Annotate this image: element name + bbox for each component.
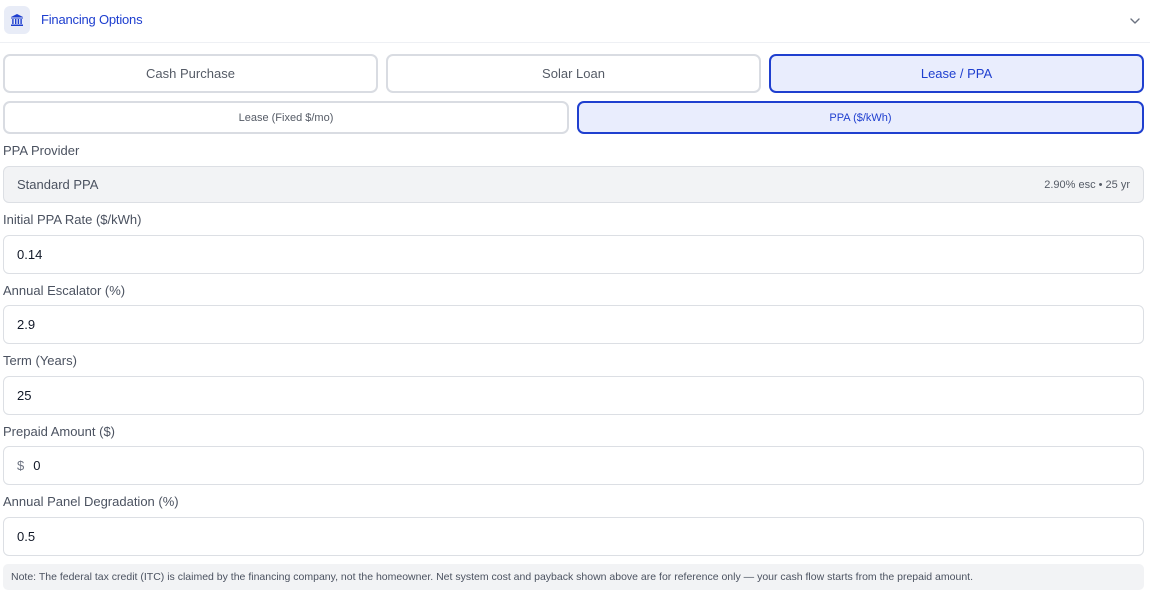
term-label: Term (Years) [3,353,77,368]
tab-cash-purchase[interactable]: Cash Purchase [3,54,378,93]
term-field [3,376,1144,415]
chevron-down-icon[interactable] [1127,13,1143,29]
tab-label: Cash Purchase [146,66,235,81]
degradation-input[interactable] [17,518,1143,555]
subtab-label: PPA ($/kWh) [829,111,892,124]
dollar-prefix: $ [17,458,25,473]
prepaid-input[interactable] [33,447,1143,484]
ppa-rate-input[interactable] [17,236,1143,273]
ppa-provider-select: Standard PPA 2.90% esc • 25 yr [3,166,1144,203]
subtab-lease-fixed[interactable]: Lease (Fixed $/mo) [3,101,569,134]
tab-solar-loan[interactable]: Solar Loan [386,54,761,93]
financing-options-header[interactable]: Financing Options [0,0,1150,43]
degradation-field [3,517,1144,556]
subtab-ppa[interactable]: PPA ($/kWh) [577,101,1144,134]
subtab-label: Lease (Fixed $/mo) [238,111,334,124]
escalator-input[interactable] [17,306,1143,343]
tab-label: Lease / PPA [920,66,993,81]
prepaid-label: Prepaid Amount ($) [3,424,116,439]
ppa-rate-label: Initial PPA Rate ($/kWh) [3,212,142,227]
tab-lease-ppa[interactable]: Lease / PPA [769,54,1144,93]
prepaid-field: $ [3,446,1144,485]
bank-icon [4,6,30,34]
escalator-field [3,305,1144,344]
tab-label: Solar Loan [542,66,605,81]
itc-note: Note: The federal tax credit (ITC) is cl… [3,564,1144,590]
term-input[interactable] [17,377,1143,414]
ppa-provider-meta: 2.90% esc • 25 yr [1044,178,1130,191]
escalator-label: Annual Escalator (%) [3,283,126,298]
ppa-rate-field [3,235,1144,274]
degradation-label: Annual Panel Degradation (%) [3,494,179,509]
section-title: Financing Options [41,12,143,27]
ppa-provider-value: Standard PPA [17,177,99,192]
ppa-provider-label: PPA Provider [3,143,80,158]
